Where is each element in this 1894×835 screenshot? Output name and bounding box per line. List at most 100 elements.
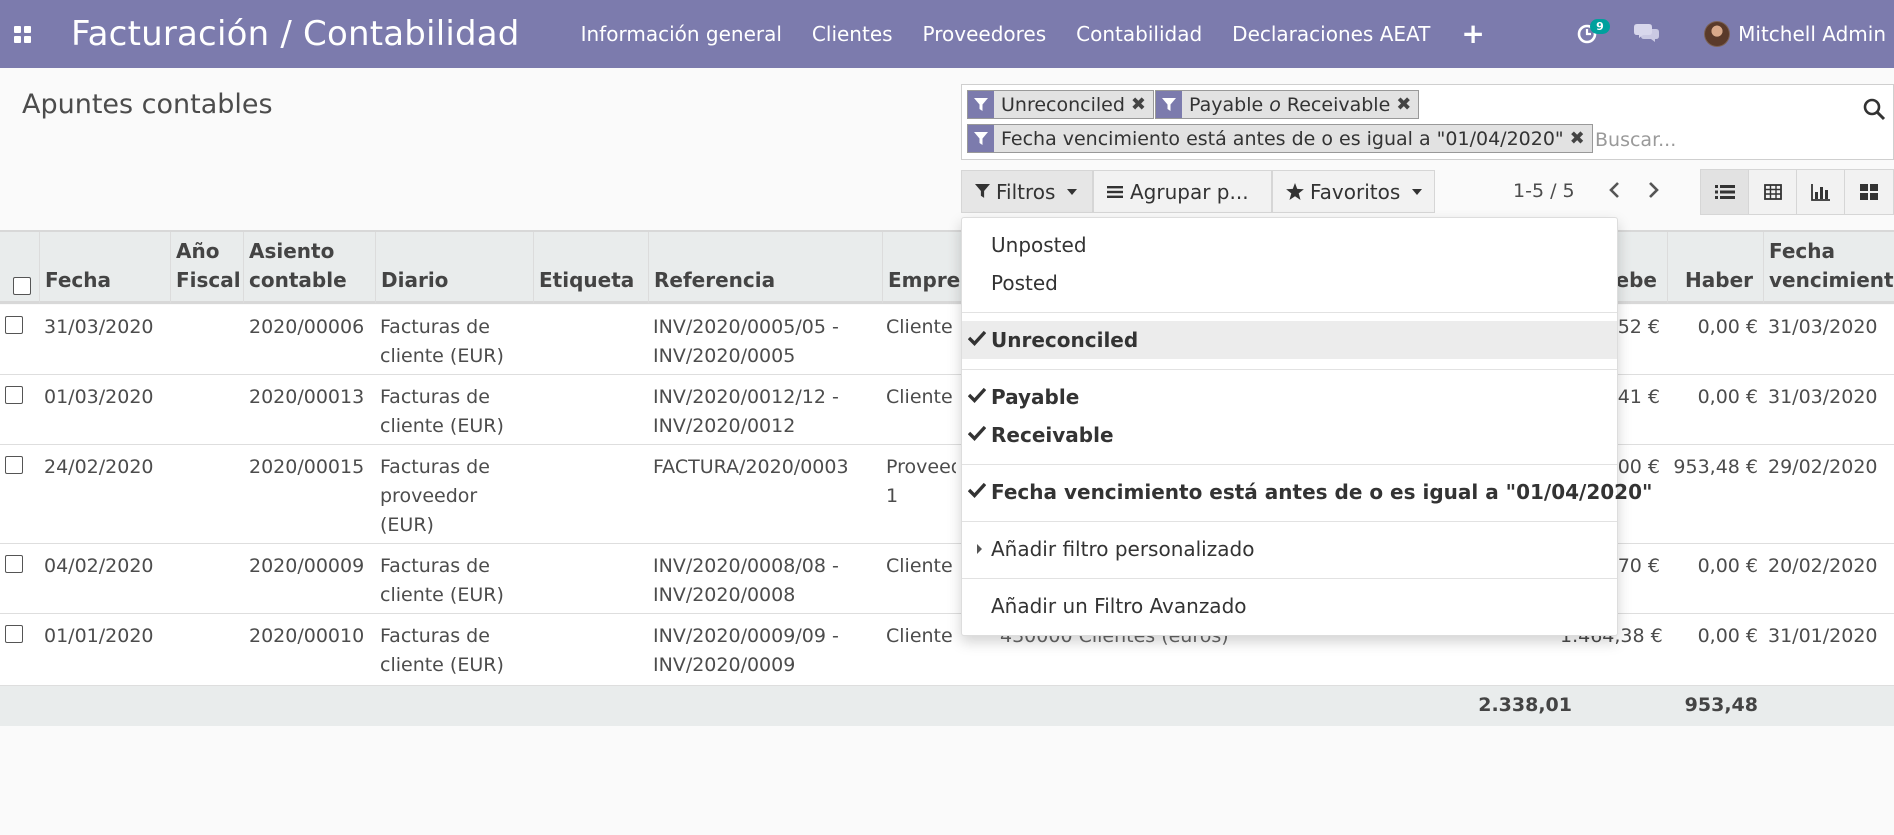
filter-option-payable[interactable]: Payable <box>962 378 1617 416</box>
list-view-button[interactable] <box>1701 170 1749 214</box>
add-advanced-filter[interactable]: Añadir un Filtro Avanzado <box>962 587 1617 625</box>
facet-label: Unreconciled <box>1001 93 1125 116</box>
messages-button[interactable] <box>1634 21 1660 47</box>
row-checkbox[interactable] <box>5 316 23 334</box>
column-ano-fiscal[interactable]: Año Fiscal <box>171 232 244 303</box>
cell-line: INV/2020/0008/08 - <box>653 555 839 577</box>
filter-option-posted[interactable]: Posted <box>962 264 1617 302</box>
chat-icon <box>1634 24 1660 42</box>
search-input[interactable] <box>1595 129 1835 151</box>
pager-next-button[interactable] <box>1641 176 1667 204</box>
pivot-view-button[interactable] <box>1749 170 1797 214</box>
graph-view-button[interactable] <box>1797 170 1845 214</box>
cell-line: Cliente <box>886 386 953 408</box>
filter-option-label: Fecha vencimiento está antes de o es igu… <box>991 480 1653 504</box>
favorites-button[interactable]: Favoritos <box>1272 170 1435 213</box>
cell-referencia: FACTURA/2020/0003 <box>653 453 849 482</box>
menu-clientes[interactable]: Clientes <box>797 22 908 46</box>
total-debe: 2.338,01 <box>1478 694 1572 716</box>
check-icon <box>968 387 986 403</box>
cell-empresa: Cliente <box>886 313 956 342</box>
cell-line: Facturas de <box>380 625 490 647</box>
funnel-icon <box>1156 91 1182 118</box>
filter-option-label: Añadir un Filtro Avanzado <box>991 594 1247 618</box>
kanban-view-button[interactable] <box>1845 170 1893 214</box>
filter-option-label: Payable <box>991 385 1080 409</box>
cell-asiento: 2020/00009 <box>249 555 365 577</box>
filters-button[interactable]: Filtros <box>961 170 1093 213</box>
cell-line: INV/2020/0008 <box>653 584 796 606</box>
facet-label: Payable o Receivable <box>1182 94 1396 116</box>
cell-line: Facturas de <box>380 386 490 408</box>
column-etiqueta[interactable]: Etiqueta <box>534 232 649 303</box>
menu-contabilidad[interactable]: Contabilidad <box>1061 22 1217 46</box>
row-checkbox[interactable] <box>5 386 23 404</box>
column-referencia[interactable]: Referencia <box>649 232 883 303</box>
filter-option-fecha-vencimiento[interactable]: Fecha vencimiento está antes de o es igu… <box>962 473 1652 511</box>
add-menu-button[interactable]: + <box>1445 20 1500 48</box>
app-brand[interactable]: Facturación / Contabilidad <box>71 14 520 54</box>
select-all-cell <box>0 232 40 303</box>
cell-fecha: 01/01/2020 <box>44 625 154 647</box>
facet-remove-icon[interactable]: ✖ <box>1131 94 1153 115</box>
search-bar: Unreconciled ✖ Payable o Receivable ✖ Fe… <box>961 84 1894 160</box>
column-asiento-contable[interactable]: Asiento contable <box>244 232 376 303</box>
select-all-checkbox[interactable] <box>13 277 31 295</box>
facet-payable-receivable: Payable o Receivable ✖ <box>1155 90 1420 119</box>
cell-empresa: Cliente 3 <box>886 622 956 651</box>
cell-line: INV/2020/0005/05 - <box>653 316 839 338</box>
column-haber[interactable]: Haber <box>1668 232 1764 303</box>
apps-grid-icon <box>13 25 31 43</box>
pager-value[interactable]: 1-5 / 5 <box>1513 180 1575 202</box>
row-checkbox[interactable] <box>5 456 23 474</box>
filter-option-label: Unposted <box>991 233 1087 257</box>
menu-proveedores[interactable]: Proveedores <box>908 22 1062 46</box>
menu-declaraciones-aeat[interactable]: Declaraciones AEAT <box>1217 22 1445 46</box>
column-fecha-vencimiento[interactable]: Fecha vencimiento <box>1764 232 1894 303</box>
cell-diario: Facturas de cliente (EUR) <box>380 313 504 371</box>
cell-line: Cliente <box>886 555 953 577</box>
cell-haber: 0,00 € <box>1697 625 1758 647</box>
row-checkbox[interactable] <box>5 625 23 643</box>
filter-option-unposted[interactable]: Unposted <box>962 226 1617 264</box>
pager-previous-button[interactable] <box>1601 176 1627 204</box>
table-totals-row: 2.338,01 953,48 <box>0 686 1894 726</box>
search-icon[interactable] <box>1862 97 1886 125</box>
filter-option-label: Receivable <box>991 423 1114 447</box>
cell-diario: Facturas de cliente (EUR) <box>380 622 504 680</box>
cell-referencia: INV/2020/0005/05 - INV/2020/0005 <box>653 313 839 371</box>
funnel-icon <box>968 91 994 118</box>
graph-view-icon <box>1810 184 1830 201</box>
cell-haber: 0,00 € <box>1697 386 1758 408</box>
cell-line: INV/2020/0005 <box>653 345 796 367</box>
star-icon <box>1286 183 1304 200</box>
cell-line: INV/2020/0012 <box>653 415 796 437</box>
cell-line: cliente (EUR) <box>380 654 504 676</box>
apps-menu-button[interactable] <box>0 0 44 68</box>
row-checkbox[interactable] <box>5 555 23 573</box>
user-avatar[interactable] <box>1704 21 1731 47</box>
dropdown-divider <box>962 464 1617 465</box>
group-by-button[interactable]: Agrupar p... <box>1093 170 1272 213</box>
user-menu[interactable]: Mitchell Admin <box>1738 22 1894 46</box>
facet-remove-icon[interactable]: ✖ <box>1570 128 1592 149</box>
activity-button[interactable]: 9 <box>1570 17 1610 51</box>
chevron-right-icon <box>1649 182 1659 198</box>
cell-diario: Facturas de cliente (EUR) <box>380 552 504 610</box>
filter-option-receivable[interactable]: Receivable <box>962 416 1617 454</box>
filter-option-unreconciled[interactable]: Unreconciled <box>962 321 1617 359</box>
cell-line: cliente (EUR) <box>380 415 504 437</box>
cell-line: cliente (EUR) <box>380 345 504 367</box>
facet-remove-icon[interactable]: ✖ <box>1396 94 1418 115</box>
column-fecha[interactable]: Fecha <box>40 232 171 303</box>
cell-referencia: INV/2020/0008/08 - INV/2020/0008 <box>653 552 839 610</box>
cell-line: Facturas de <box>380 316 490 338</box>
top-navbar: Facturación / Contabilidad Información g… <box>0 0 1894 68</box>
column-diario[interactable]: Diario <box>376 232 534 303</box>
menu-informacion-general[interactable]: Información general <box>566 22 797 46</box>
cell-fecha-vencimiento: 31/03/2020 <box>1768 316 1878 338</box>
add-custom-filter-toggle[interactable]: Añadir filtro personalizado <box>962 530 1617 568</box>
filters-dropdown: Unposted Posted Unreconciled Payable Rec… <box>961 217 1652 636</box>
cell-line: 1 <box>886 485 899 507</box>
cell-asiento: 2020/00013 <box>249 386 365 408</box>
